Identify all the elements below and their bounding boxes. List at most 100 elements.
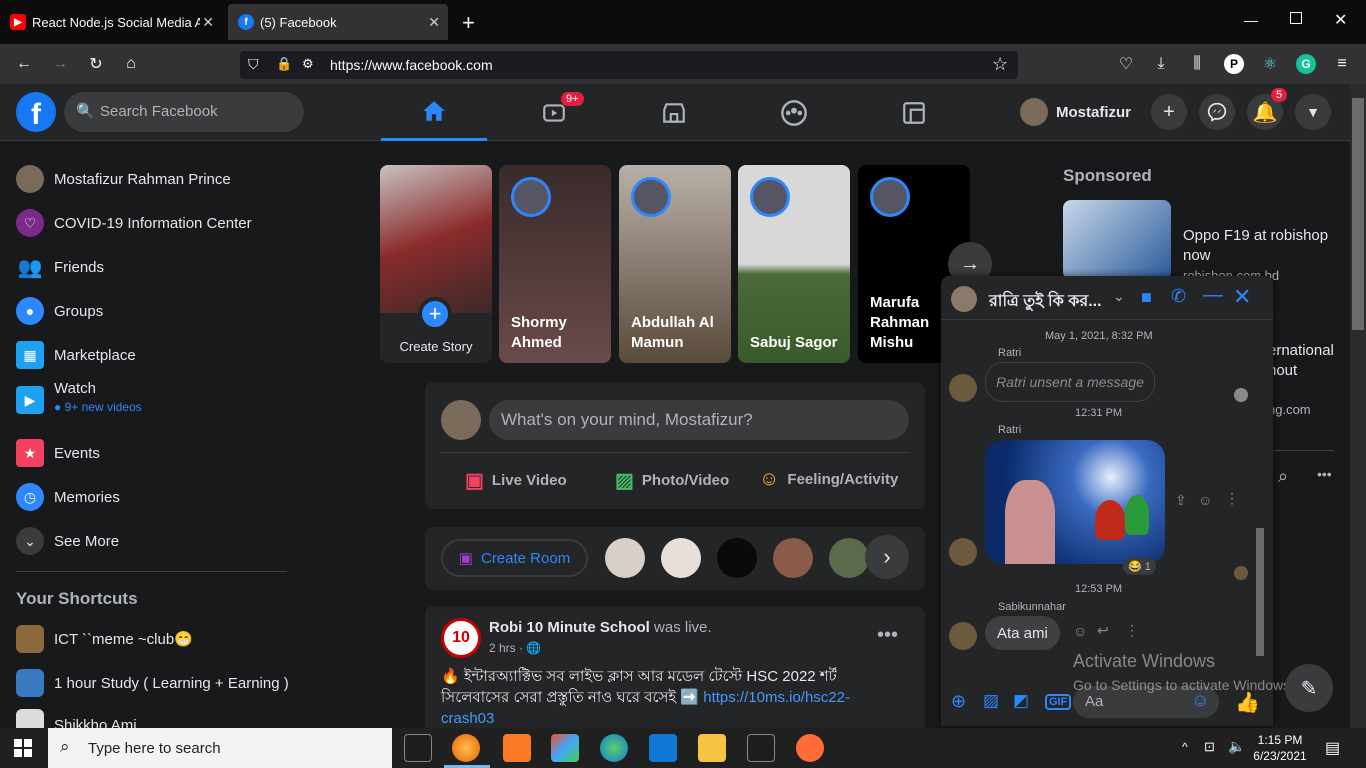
url-bar[interactable]: ⛉ 🔒 ⚙ https://www.facebook.com ☆ [240,51,1018,79]
react-devtools-icon[interactable]: ⚛ [1260,54,1280,74]
tab-react-app[interactable]: ▶ React Node.js Social Media App ✕ [0,4,222,40]
home-icon[interactable]: ⌂ [121,54,141,74]
extension-p-icon[interactable]: P [1224,54,1244,74]
next-rooms-button[interactable]: › [865,535,909,579]
page-avatar[interactable]: 10 [441,618,481,658]
chat-title[interactable]: রাত্রি তুই কি কর... [989,288,1102,315]
permissions-icon[interactable]: ⚙ [302,56,314,72]
tab-marketplace[interactable] [621,84,727,141]
volume-icon[interactable]: 🔈 [1228,738,1245,755]
avatar[interactable] [949,622,977,650]
chat-scrollbar[interactable] [1253,320,1267,670]
taskbar-search-input[interactable]: ⌕ Type here to search [48,728,392,768]
story-card[interactable]: Abdullah Al Mamun [619,165,731,363]
feeling-activity-button[interactable]: ☺ Feeling/Activity [759,468,898,491]
video-call-icon[interactable]: ■ [1141,287,1152,308]
avatar[interactable] [717,538,757,578]
tab-groups[interactable] [741,84,847,141]
shortcut-item[interactable]: 1 hour Study ( Learning + Earning ) [16,665,289,701]
facebook-logo-icon[interactable]: f [16,92,56,132]
account-menu-button[interactable]: ▼ [1295,94,1331,130]
react-smiley-icon[interactable]: ☺ [1073,623,1087,639]
sticker-icon[interactable]: ◩ [1013,691,1029,711]
minimize-window-button[interactable]: — [1244,12,1258,28]
close-tab-icon[interactable]: ✕ [428,14,440,31]
plus-circle-icon[interactable]: ⊕ [951,691,966,712]
photo-video-button[interactable]: ▨ Photo/Video [615,468,729,493]
phone-icon[interactable]: ✆ [1171,286,1186,307]
more-vertical-icon[interactable]: ⋮ [1225,490,1239,507]
story-card[interactable]: Shormy Ahmed [499,165,611,363]
postman-app-icon[interactable] [796,734,824,762]
menu-icon[interactable]: ≡ [1332,54,1352,74]
avatar[interactable] [949,538,977,566]
story-card[interactable]: Sabuj Sagor [738,165,850,363]
back-arrow-icon[interactable]: ← [14,54,34,74]
network-icon[interactable]: ⊡ [1204,739,1215,755]
thumbs-up-icon[interactable]: 👍 [1235,690,1260,715]
reaction-badge[interactable]: 😂 1 [1123,558,1156,575]
downloads-icon[interactable]: ⤓ [1151,54,1171,74]
firefox-app-icon[interactable] [452,734,480,762]
sidebar-item-see-more[interactable]: ⌄ See More [16,523,119,559]
avatar[interactable] [829,538,869,578]
shield-icon[interactable]: ⛉ [248,56,259,73]
sidebar-item-marketplace[interactable]: ▦ Marketplace [16,337,136,373]
gif-icon[interactable]: GIF [1045,694,1072,710]
react-smiley-icon[interactable]: ☺ [1198,492,1212,508]
avatar[interactable] [949,374,977,402]
tab-facebook[interactable]: f (5) Facebook ✕ [228,4,448,40]
bookmark-star-icon[interactable]: ☆ [992,54,1008,75]
more-options-icon[interactable]: ••• [1317,466,1332,482]
new-message-button[interactable]: ✎ [1285,664,1333,712]
create-button[interactable]: + [1151,94,1187,130]
avatar[interactable] [951,286,977,312]
reply-icon[interactable]: ↩ [1097,622,1109,639]
post-author[interactable]: Robi 10 Minute School [489,619,650,636]
close-chat-icon[interactable]: ✕ [1233,284,1251,310]
scrollbar-thumb[interactable] [1256,528,1264,656]
forward-arrow-icon[interactable]: → [50,54,70,74]
create-story-card[interactable]: + Create Story [380,165,492,363]
restore-window-button[interactable] [1290,12,1302,24]
terminal-app-icon[interactable] [747,734,775,762]
sidebar-item-profile[interactable]: Mostafizur Rahman Prince [16,161,231,197]
avatar[interactable] [661,538,701,578]
photo-icon[interactable]: ▨ [983,691,999,711]
lock-icon[interactable]: 🔒 [276,56,292,72]
image-message[interactable] [985,440,1165,564]
sidebar-item-watch[interactable]: ▶ Watch ● 9+ new videos [16,380,142,424]
new-tab-button[interactable]: + [462,10,475,36]
more-vertical-icon[interactable]: ⋮ [1125,622,1139,639]
tab-home[interactable] [381,84,487,141]
reload-icon[interactable]: ↻ [86,54,106,74]
page-scrollbar[interactable] [1350,84,1366,728]
search-icon[interactable]: ⌕ [1278,466,1288,487]
share-icon[interactable]: ⇪ [1175,492,1187,509]
sidebar-item-friends[interactable]: 👥 Friends [16,249,104,285]
ad-title[interactable]: ernational hout [1268,341,1334,381]
terminal-app-icon[interactable] [404,734,432,762]
git-app-icon[interactable] [551,734,579,762]
avatar[interactable] [773,538,813,578]
shortcut-item[interactable]: ICT ``meme ~club😁 [16,621,193,657]
xampp-app-icon[interactable] [503,734,531,762]
more-options-icon[interactable]: ••• [877,624,898,647]
sidebar-item-memories[interactable]: ◷ Memories [16,479,120,515]
ad-image[interactable] [1063,200,1171,280]
close-window-button[interactable]: ✕ [1334,10,1347,30]
chevron-up-icon[interactable]: ^ [1182,740,1188,754]
emoji-icon[interactable]: ☺ [1191,690,1209,711]
taskbar-clock[interactable]: 1:15 PM 6/23/2021 [1252,732,1308,764]
vscode-app-icon[interactable] [649,734,677,762]
tab-gaming[interactable] [861,84,967,141]
notification-center-icon[interactable]: ▤ [1325,738,1340,758]
tab-watch[interactable]: 9+ [501,84,607,141]
scrollbar-thumb[interactable] [1352,98,1364,330]
create-room-button[interactable]: ▣ Create Room [441,539,588,577]
sidebar-item-events[interactable]: ★ Events [16,435,100,471]
windows-start-icon[interactable] [14,739,32,757]
minimize-chat-icon[interactable]: — [1203,284,1223,307]
chevron-down-icon[interactable]: ⌄ [1113,288,1125,305]
file-explorer-app-icon[interactable] [698,734,726,762]
